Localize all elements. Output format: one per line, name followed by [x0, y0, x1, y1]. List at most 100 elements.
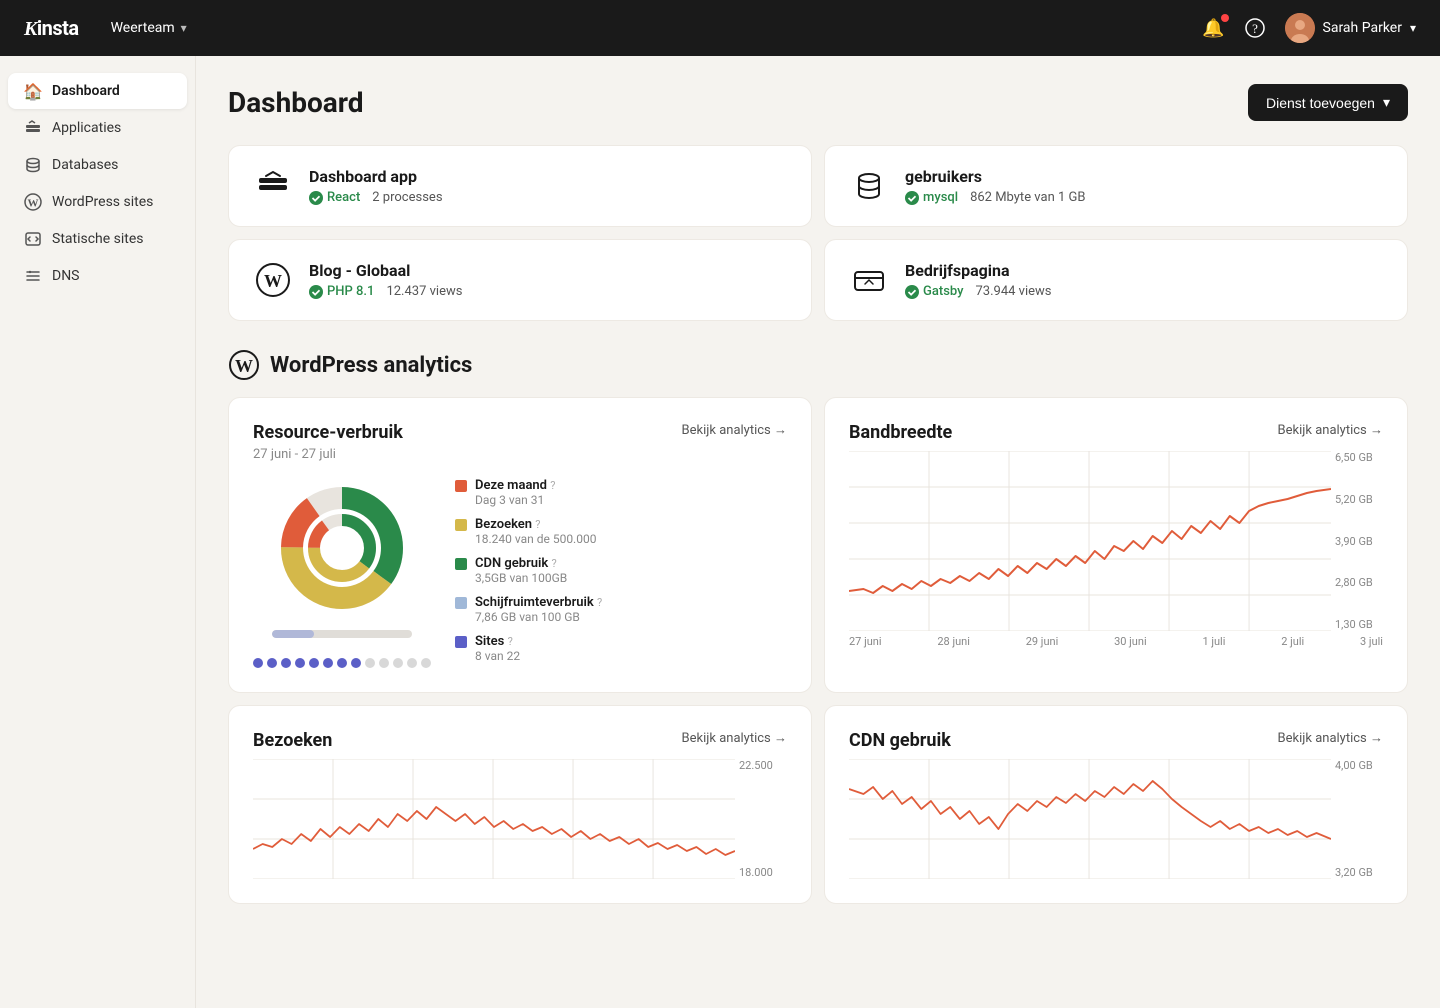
- progress-bar: [272, 630, 412, 638]
- visits-chart-wrapper: 22.500 18.000: [253, 759, 787, 879]
- legend-label: CDN gebruik ?: [475, 556, 567, 571]
- page-title: Dashboard: [228, 86, 364, 119]
- resource-body: Deze maand ? Dag 3 van 31 Bezoeken ? 18.…: [253, 478, 787, 668]
- team-selector[interactable]: Weerteam ▾: [111, 20, 187, 36]
- wordpress-analytics-icon: W: [228, 349, 260, 381]
- visits-card-header: Bezoeken Bekijk analytics →: [253, 730, 787, 751]
- legend-sub: 3,5GB van 100GB: [475, 571, 567, 585]
- cdn-chart-svg: [849, 759, 1331, 879]
- progress-fill: [272, 630, 314, 638]
- notifications-button[interactable]: 🔔: [1202, 18, 1224, 39]
- sidebar-item-label: Statische sites: [52, 231, 144, 247]
- visits-chart-svg: [253, 759, 735, 879]
- dot: [309, 658, 319, 668]
- page-header: Dashboard Dienst toevoegen ▾: [228, 84, 1408, 121]
- user-menu[interactable]: Sarah Parker ▾: [1285, 13, 1416, 43]
- bandwidth-analytics-link[interactable]: Bekijk analytics →: [1278, 422, 1383, 438]
- service-card-gebruikers[interactable]: gebruikers mysql 862 Mbyte van 1 GB: [824, 145, 1408, 227]
- status-badge: Gatsby: [905, 284, 964, 299]
- app-icon: [253, 166, 293, 206]
- status-badge: mysql: [905, 190, 958, 205]
- visits-analytics-link[interactable]: Bekijk analytics →: [682, 730, 787, 746]
- sidebar-item-applications[interactable]: Applicaties: [8, 110, 187, 146]
- nav-icons: 🔔 ? Sarah Parker ▾: [1202, 13, 1416, 43]
- dns-icon: [24, 267, 42, 285]
- y-label: 3,20 GB: [1335, 866, 1383, 879]
- dot: [407, 658, 417, 668]
- service-card-bedrijfspagina[interactable]: Bedrijfspagina Gatsby 73.944 views: [824, 239, 1408, 321]
- db-icon: [849, 166, 889, 206]
- service-detail: 73.944 views: [976, 284, 1052, 299]
- bandwidth-card-header: Bandbreedte Bekijk analytics →: [849, 422, 1383, 443]
- applications-icon: [24, 119, 42, 137]
- legend-label: Schijfruimteverbruik ?: [475, 595, 602, 610]
- resource-date-range: 27 juni - 27 juli: [253, 447, 787, 462]
- x-label: 30 juni: [1114, 635, 1147, 648]
- cdn-chart: [849, 759, 1331, 879]
- sidebar-item-dns[interactable]: DNS: [8, 258, 187, 294]
- service-card-blog[interactable]: W Blog - Globaal PHP 8.1 12.437 views: [228, 239, 812, 321]
- service-meta: PHP 8.1 12.437 views: [309, 284, 787, 299]
- sidebar-item-static[interactable]: Statische sites: [8, 221, 187, 257]
- resource-analytics-link[interactable]: Bekijk analytics →: [682, 422, 787, 438]
- bandwidth-chart-svg: [849, 451, 1331, 631]
- legend-sub: 7,86 GB van 100 GB: [475, 610, 602, 624]
- app-layout: 🏠 Dashboard Applicaties Databas: [0, 56, 1440, 1008]
- y-label: 1,30 GB: [1335, 618, 1383, 631]
- sidebar-item-databases[interactable]: Databases: [8, 147, 187, 183]
- service-card-dashboard-app[interactable]: Dashboard app React 2 processes: [228, 145, 812, 227]
- databases-icon: [24, 156, 42, 174]
- x-label: 27 juni: [849, 635, 882, 648]
- add-service-label: Dienst toevoegen: [1266, 95, 1375, 111]
- status-badge: PHP 8.1: [309, 284, 374, 299]
- status-badge: React: [309, 190, 360, 205]
- wordpress-icon: W: [24, 193, 42, 211]
- dot: [253, 658, 263, 668]
- legend-sub: Dag 3 van 31: [475, 493, 555, 507]
- sidebar-item-label: WordPress sites: [52, 194, 153, 210]
- bandwidth-chart-wrapper: 6,50 GB 5,20 GB 3,90 GB 2,80 GB 1,30 GB …: [849, 451, 1383, 648]
- bandwidth-chart: [849, 451, 1331, 631]
- service-meta: React 2 processes: [309, 190, 787, 205]
- service-card-info: Blog - Globaal PHP 8.1 12.437 views: [309, 261, 787, 299]
- main-content: Dashboard Dienst toevoegen ▾ Dashboard a…: [196, 56, 1440, 1008]
- y-label: 3,90 GB: [1335, 535, 1383, 548]
- cdn-analytics-link[interactable]: Bekijk analytics →: [1278, 730, 1383, 746]
- service-name: Blog - Globaal: [309, 261, 787, 280]
- storage-progress: [272, 630, 412, 646]
- visits-card: Bezoeken Bekijk analytics →: [228, 705, 812, 904]
- legend-sub: 8 van 22: [475, 649, 520, 663]
- sidebar-item-dashboard[interactable]: 🏠 Dashboard: [8, 73, 187, 109]
- dot: [337, 658, 347, 668]
- dot: [379, 658, 389, 668]
- legend-color: [455, 558, 467, 570]
- resource-card-header: Resource-verbruik Bekijk analytics →: [253, 422, 787, 443]
- service-card-info: gebruikers mysql 862 Mbyte van 1 GB: [905, 167, 1383, 205]
- add-service-button[interactable]: Dienst toevoegen ▾: [1248, 84, 1408, 121]
- x-label: 1 juli: [1202, 635, 1225, 648]
- visits-y-labels: 22.500 18.000: [735, 759, 787, 879]
- x-label: 28 juni: [937, 635, 970, 648]
- visits-title: Bezoeken: [253, 730, 332, 751]
- service-detail: 12.437 views: [386, 284, 462, 299]
- legend-color: [455, 519, 467, 531]
- sidebar-item-wordpress[interactable]: W WordPress sites: [8, 184, 187, 220]
- chevron-down-icon: ▾: [181, 21, 187, 35]
- help-button[interactable]: ?: [1245, 18, 1265, 38]
- dot: [323, 658, 333, 668]
- cdn-chart-area: 4,00 GB 3,20 GB: [849, 759, 1383, 879]
- svg-text:W: W: [264, 271, 282, 291]
- y-label: 22.500: [739, 759, 787, 772]
- legend-item-disk: Schijfruimteverbruik ? 7,86 GB van 100 G…: [455, 595, 787, 624]
- legend-item-month: Deze maand ? Dag 3 van 31: [455, 478, 787, 507]
- x-label: 3 juli: [1360, 635, 1383, 648]
- bandwidth-chart-area: 6,50 GB 5,20 GB 3,90 GB 2,80 GB 1,30 GB: [849, 451, 1383, 631]
- sidebar-item-label: Dashboard: [52, 83, 120, 99]
- top-navigation: Kinsta Weerteam ▾ 🔔 ? Sarah Parker: [0, 0, 1440, 56]
- legend-color: [455, 597, 467, 609]
- svg-text:W: W: [235, 356, 253, 376]
- legend-color: [455, 480, 467, 492]
- sidebar-item-label: DNS: [52, 268, 80, 284]
- bandwidth-card: Bandbreedte Bekijk analytics →: [824, 397, 1408, 693]
- svg-text:W: W: [28, 198, 39, 210]
